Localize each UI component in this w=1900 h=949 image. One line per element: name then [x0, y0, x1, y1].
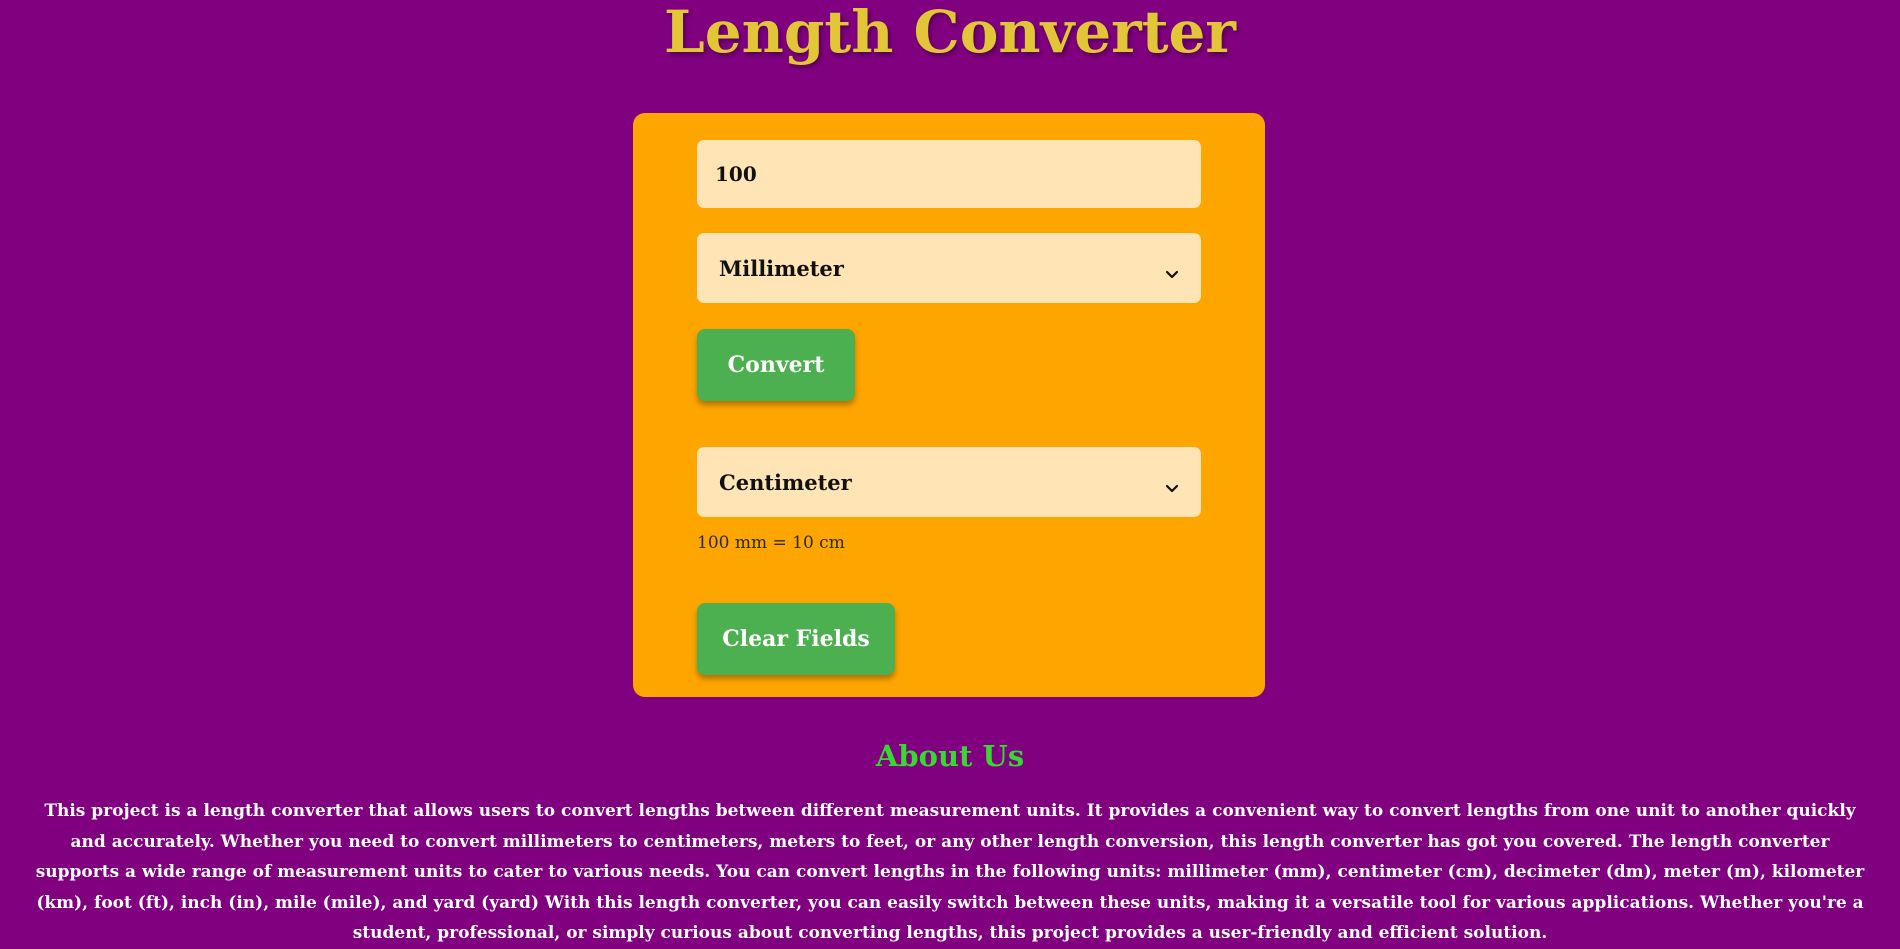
chevron-down-icon [1165, 475, 1179, 493]
from-unit-selected-value: Millimeter [719, 255, 844, 281]
chevron-down-icon [1165, 261, 1179, 279]
clear-fields-button[interactable]: Clear Fields [697, 603, 895, 675]
from-unit-select[interactable]: Millimeter [697, 233, 1201, 303]
about-us-heading: About Us [875, 739, 1025, 773]
page-title: Length Converter [664, 0, 1236, 66]
to-unit-selected-value: Centimeter [719, 469, 852, 495]
converter-card: Millimeter Convert Centimeter 100 mm = 1… [633, 113, 1265, 697]
to-unit-select[interactable]: Centimeter [697, 447, 1201, 517]
about-us-description: This project is a length converter that … [35, 801, 1865, 943]
length-value-input[interactable] [697, 140, 1201, 208]
conversion-result: 100 mm = 10 cm [697, 533, 845, 553]
convert-button[interactable]: Convert [697, 329, 855, 401]
